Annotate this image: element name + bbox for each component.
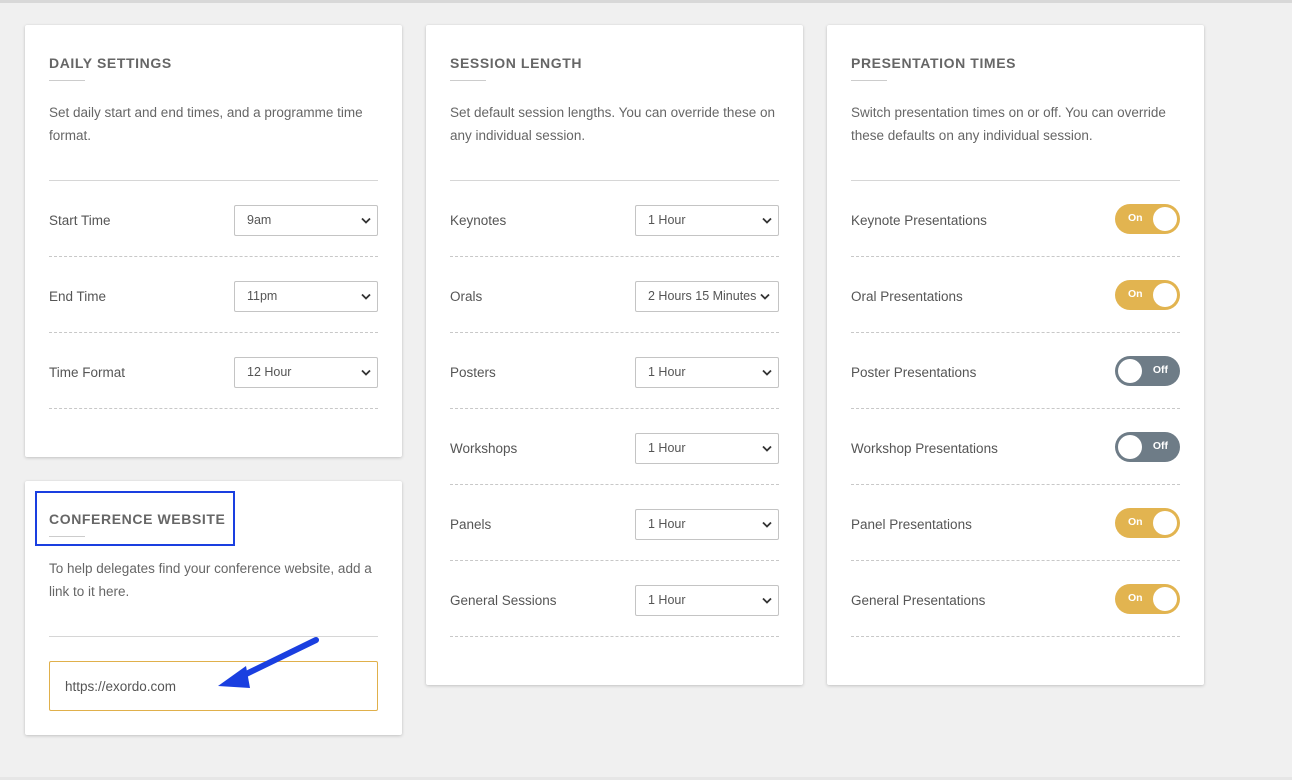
presentation-times-card: PRESENTATION TIMES Switch presentation t… (827, 25, 1204, 685)
presentation-row-oral: Oral Presentations On (851, 257, 1180, 333)
presentation-times-description: Switch presentation times on or off. You… (851, 105, 1166, 143)
title-underline (450, 80, 486, 81)
session-row-posters: Posters 1 Hour (450, 333, 779, 409)
toggle-knob (1153, 207, 1177, 231)
title-underline (851, 80, 887, 81)
chevron-down-icon (760, 293, 770, 300)
presentation-row-workshop: Workshop Presentations Off (851, 409, 1180, 485)
keynotes-select[interactable]: 1 Hour (635, 205, 779, 236)
oral-presentations-label: Oral Presentations (851, 289, 963, 304)
general-sessions-select[interactable]: 1 Hour (635, 585, 779, 616)
start-time-label: Start Time (49, 213, 111, 228)
toggle-knob (1118, 435, 1142, 459)
session-row-panels: Panels 1 Hour (450, 485, 779, 561)
chevron-down-icon (361, 217, 371, 224)
panel-presentations-toggle[interactable]: On (1115, 508, 1180, 538)
keynote-presentations-label: Keynote Presentations (851, 213, 987, 228)
end-time-select[interactable]: 11pm (234, 281, 378, 312)
presentation-row-poster: Poster Presentations Off (851, 333, 1180, 409)
toggle-knob (1118, 359, 1142, 383)
chevron-down-icon (361, 293, 371, 300)
chevron-down-icon (762, 597, 772, 604)
time-format-label: Time Format (49, 365, 126, 380)
toggle-state-text: On (1128, 288, 1143, 300)
poster-presentations-toggle[interactable]: Off (1115, 356, 1180, 386)
toggle-knob (1153, 587, 1177, 611)
poster-presentations-label: Poster Presentations (851, 365, 977, 380)
title-underline (49, 80, 85, 81)
annotation-highlight-box (35, 491, 235, 546)
toggle-state-text: On (1128, 516, 1143, 528)
end-time-label: End Time (49, 289, 107, 304)
posters-select[interactable]: 1 Hour (635, 357, 779, 388)
chevron-down-icon (762, 445, 772, 452)
presentation-row-panel: Panel Presentations On (851, 485, 1180, 561)
keynotes-label: Keynotes (450, 213, 507, 228)
time-format-select[interactable]: 12 Hour (234, 357, 378, 388)
general-sessions-label: General Sessions (450, 593, 557, 608)
posters-label: Posters (450, 365, 496, 380)
chevron-down-icon (762, 369, 772, 376)
presentation-row-keynote: Keynote Presentations On (851, 181, 1180, 257)
panels-select[interactable]: 1 Hour (635, 509, 779, 540)
start-time-select[interactable]: 9am (234, 205, 378, 236)
top-border (0, 0, 1292, 3)
keynote-presentations-toggle[interactable]: On (1115, 204, 1180, 234)
panels-label: Panels (450, 517, 492, 532)
toggle-state-text: Off (1152, 440, 1168, 452)
daily-settings-title: DAILY SETTINGS (49, 55, 172, 71)
general-presentations-toggle[interactable]: On (1115, 584, 1180, 614)
select-value: 1 Hour (648, 213, 686, 227)
workshops-select[interactable]: 1 Hour (635, 433, 779, 464)
chevron-down-icon (762, 521, 772, 528)
annotation-arrow-icon (218, 637, 319, 688)
select-value: 1 Hour (648, 441, 686, 455)
workshop-presentations-toggle[interactable]: Off (1115, 432, 1180, 462)
session-row-workshops: Workshops 1 Hour (450, 409, 779, 485)
select-value: 1 Hour (648, 365, 686, 379)
daily-row-time-format: Time Format 12 Hour (49, 333, 378, 409)
toggle-state-text: On (1128, 592, 1143, 604)
workshop-presentations-label: Workshop Presentations (851, 441, 998, 456)
toggle-state-text: On (1128, 212, 1143, 224)
general-presentations-label: General Presentations (851, 593, 986, 608)
orals-select[interactable]: 2 Hours 15 Minutes (635, 281, 779, 312)
session-row-general-sessions: General Sessions 1 Hour (450, 561, 779, 637)
select-value: 1 Hour (648, 517, 686, 531)
session-length-card: SESSION LENGTH Set default session lengt… (426, 25, 803, 685)
session-row-keynotes: Keynotes 1 Hour (450, 181, 779, 257)
toggle-knob (1153, 283, 1177, 307)
select-value: 2 Hours 15 Minutes (648, 289, 757, 303)
workshops-label: Workshops (450, 441, 518, 456)
daily-settings-card: DAILY SETTINGS Set daily start and end t… (25, 25, 402, 457)
session-length-description: Set default session lengths. You can ove… (450, 105, 775, 143)
conference-website-description: To help delegates find your conference w… (49, 561, 372, 599)
select-value: 9am (247, 213, 272, 227)
select-value: 1 Hour (648, 593, 686, 607)
session-row-orals: Orals 2 Hours 15 Minutes (450, 257, 779, 333)
chevron-down-icon (762, 217, 772, 224)
daily-settings-description: Set daily start and end times, and a pro… (49, 105, 363, 143)
orals-label: Orals (450, 289, 483, 304)
daily-row-end-time: End Time 11pm (49, 257, 378, 333)
select-value: 12 Hour (247, 365, 292, 379)
toggle-state-text: Off (1152, 364, 1168, 376)
chevron-down-icon (361, 369, 371, 376)
toggle-knob (1153, 511, 1177, 535)
daily-row-start-time: Start Time 9am (49, 181, 378, 257)
panel-presentations-label: Panel Presentations (851, 517, 972, 532)
oral-presentations-toggle[interactable]: On (1115, 280, 1180, 310)
session-length-title: SESSION LENGTH (450, 55, 583, 71)
presentation-times-title: PRESENTATION TIMES (851, 55, 1017, 71)
select-value: 11pm (247, 289, 278, 303)
presentation-row-general: General Presentations On (851, 561, 1180, 637)
